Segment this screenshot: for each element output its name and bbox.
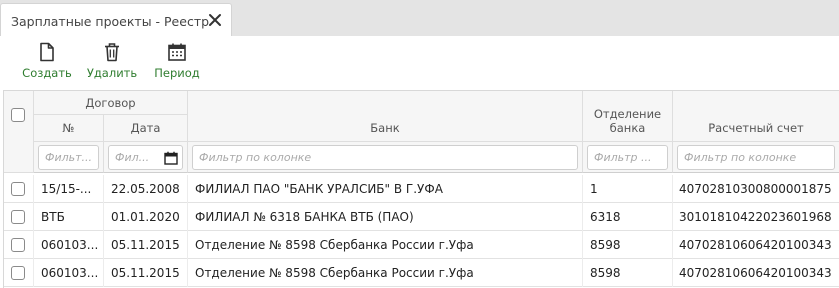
row-checkbox[interactable] xyxy=(11,266,25,280)
tab-registry[interactable]: Зарплатные проекты - Реестр xyxy=(0,3,232,36)
column-bank-header[interactable]: Банк xyxy=(188,91,583,142)
cell-date: 01.01.2020 xyxy=(104,203,188,231)
cell-account: 30101810422023601968 xyxy=(673,203,839,231)
cell-account: 40702810606420100343 xyxy=(673,231,839,259)
column-date-header[interactable]: Дата xyxy=(104,115,188,142)
filter-account-cell xyxy=(673,142,839,173)
cell-account: 40702810606420100343 xyxy=(673,259,839,287)
cell-bank: ФИЛИАЛ ПАО "БАНК УРАЛСИБ" В Г.УФА xyxy=(188,175,583,203)
cell-branch: 8598 xyxy=(583,231,673,259)
contract-group-header: Договор xyxy=(34,91,188,115)
period-label: Период xyxy=(154,66,200,80)
column-number-header[interactable]: № xyxy=(34,115,104,142)
delete-button[interactable]: Удалить xyxy=(85,42,139,86)
new-document-icon xyxy=(20,42,74,62)
cell-branch: 6318 xyxy=(583,203,673,231)
select-all-header xyxy=(4,91,34,173)
filter-branch-input[interactable] xyxy=(587,145,668,170)
cell-number: ВТБ xyxy=(34,203,104,231)
create-button[interactable]: Создать xyxy=(20,42,74,86)
table-row[interactable]: ВТБ 01.01.2020 ФИЛИАЛ № 6318 БАНКА ВТБ (… xyxy=(4,203,839,231)
calendar-icon xyxy=(151,42,203,62)
row-select-cell xyxy=(4,175,34,203)
row-checkbox[interactable] xyxy=(11,238,25,252)
row-select-cell xyxy=(4,259,34,287)
cell-date: 05.11.2015 xyxy=(104,231,188,259)
table-row[interactable]: 060103... 05.11.2015 Отделение № 8598 Сб… xyxy=(4,259,839,287)
filter-bank-cell xyxy=(188,142,583,173)
trash-icon xyxy=(85,42,139,62)
filter-bank-input[interactable] xyxy=(192,145,578,170)
delete-label: Удалить xyxy=(86,66,138,80)
tab-bar: Зарплатные проекты - Реестр xyxy=(0,0,839,36)
cell-number: 15/15-... xyxy=(34,175,104,203)
table-row[interactable]: 15/15-... 22.05.2008 ФИЛИАЛ ПАО "БАНК УР… xyxy=(4,175,839,203)
cell-branch: 8598 xyxy=(583,259,673,287)
cell-number: 060103... xyxy=(34,259,104,287)
close-icon[interactable] xyxy=(207,12,223,28)
filter-account-input[interactable] xyxy=(677,145,835,170)
cell-bank: Отделение № 8598 Сбербанка России г.Уфа xyxy=(188,231,583,259)
cell-number: 060103... xyxy=(34,231,104,259)
row-select-cell xyxy=(4,203,34,231)
cell-bank: ФИЛИАЛ № 6318 БАНКА ВТБ (ПАО) xyxy=(188,203,583,231)
column-account-header[interactable]: Расчетный счет xyxy=(673,91,839,142)
filter-number-cell xyxy=(34,142,104,173)
table-row[interactable]: 060103... 05.11.2015 Отделение № 8598 Сб… xyxy=(4,231,839,259)
row-checkbox[interactable] xyxy=(11,182,25,196)
cell-date: 22.05.2008 xyxy=(104,175,188,203)
tab-title: Зарплатные проекты - Реестр xyxy=(11,14,210,29)
calendar-icon[interactable] xyxy=(164,150,178,169)
filter-date-cell xyxy=(104,142,188,173)
create-label: Создать xyxy=(22,66,72,80)
cell-branch: 1 xyxy=(583,175,673,203)
period-button[interactable]: Период xyxy=(151,42,203,86)
select-all-checkbox[interactable] xyxy=(11,108,25,122)
filter-number-input[interactable] xyxy=(38,145,99,170)
registry-grid: Договор № Дата Банк Отделение банка Расч… xyxy=(3,90,839,288)
column-branch-header[interactable]: Отделение банка xyxy=(583,91,673,142)
row-select-cell xyxy=(4,231,34,259)
cell-date: 05.11.2015 xyxy=(104,259,188,287)
filter-branch-cell xyxy=(583,142,673,173)
cell-account: 40702810300800001875 xyxy=(673,175,839,203)
cell-bank: Отделение № 8598 Сбербанка России г.Уфа xyxy=(188,259,583,287)
row-checkbox[interactable] xyxy=(11,210,25,224)
toolbar: Создать Удалить Период xyxy=(0,36,839,89)
